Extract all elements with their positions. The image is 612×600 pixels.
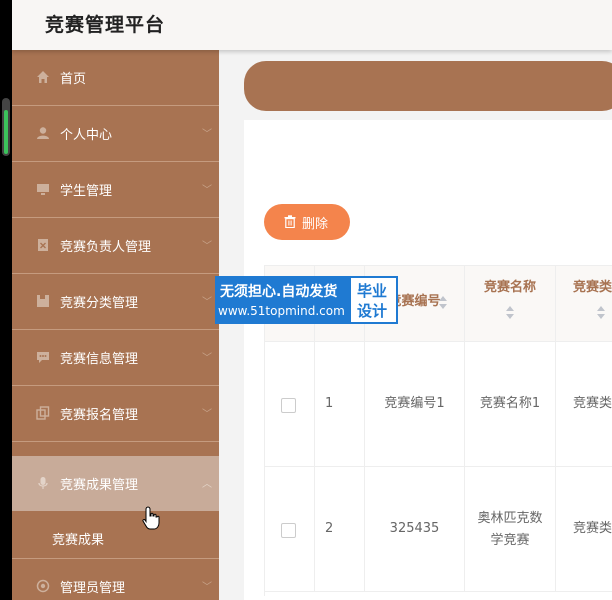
row-code: 竞赛编号1 [384,396,445,411]
microphone-icon [38,477,48,489]
header-name-cell[interactable]: 竞赛名称 [465,266,556,342]
sidebar-item-label: 竞赛成果管理 [60,478,139,493]
sidebar-item-label: 竞赛分类管理 [60,296,139,311]
header: 竞赛管理平台 [12,0,612,50]
copy-icon [36,406,50,420]
watermark-right: 毕业 设计 [349,276,398,324]
row-type: 竞赛类 [572,396,612,411]
sidebar-item-home[interactable]: 首页 [12,50,219,106]
column-header-name: 竞赛名称 [483,280,536,295]
sidebar-item-label: 学生管理 [60,184,113,199]
sidebar-item-competition-registration[interactable]: 竞赛报名管理 ﹀ [12,386,219,442]
delete-doc-icon [38,239,48,251]
sidebar-item-label: 首页 [60,72,87,87]
home-icon [37,71,49,83]
delete-button[interactable]: 删除 [264,204,350,240]
row-type: 竞赛类 [572,521,612,536]
trash-icon [284,215,296,228]
table-cell-type: 竞赛类 [556,342,612,467]
chevron-down-icon: ﹀ [202,353,212,364]
sidebar-item-competition-info[interactable]: 竞赛信息管理 ﹀ [12,330,219,386]
content-panel: 删除 竞赛编号 竞赛名称 竞赛类 1 竞赛编号1 竞赛名称1 竞赛类 2 325… [244,120,612,600]
breadcrumb-bar [244,61,612,111]
sort-asc-icon[interactable] [506,306,514,311]
table-row-select [265,342,315,467]
row-checkbox[interactable] [281,523,296,538]
sidebar-item-students[interactable]: 学生管理 ﹀ [12,162,219,218]
sidebar-item-competition-categories[interactable]: 竞赛分类管理 ﹀ [12,274,219,330]
column-header-type: 竞赛类 [572,280,612,295]
chevron-down-icon: ﹀ [202,297,212,308]
folder-icon [37,295,49,307]
settings-icon [36,579,50,593]
chevron-down-icon: ﹀ [202,185,212,196]
sidebar-item-label: 竞赛报名管理 [60,408,139,423]
table-cell-code: 竞赛编号1 [365,342,465,467]
table-cell-index: 1 [315,342,365,467]
sidebar-item-label: 个人中心 [60,128,113,143]
table-cell-name: 竞赛名称1 [465,342,556,467]
sidebar-item-profile[interactable]: 个人中心 ﹀ [12,106,219,162]
sort-desc-icon[interactable] [597,314,605,319]
header-type-cell[interactable]: 竞赛类 [556,266,612,342]
hand-cursor-icon [142,506,160,530]
scroll-indicator [2,98,10,156]
delete-button-label: 删除 [302,217,329,232]
table-cell-name: 奥林匹克数 学竞赛 [465,467,556,592]
app-window: 竞赛管理平台 首页 个人中心 ﹀ 学生管理 ﹀ 竞赛负责人管理 ﹀ 竞赛分类管理 [12,0,612,600]
table-row-select [265,467,315,592]
sort-desc-icon[interactable] [439,304,447,309]
sidebar-item-label: 竞赛信息管理 [60,352,139,367]
main-content: 删除 竞赛编号 竞赛名称 竞赛类 1 竞赛编号1 竞赛名称1 竞赛类 2 325… [219,50,612,600]
app-title: 竞赛管理平台 [45,14,166,36]
watermark-tag1: 毕业 [357,282,388,300]
watermark-left: 无须担心.自动发货 www.51topmind.com [215,276,349,324]
user-icon [37,127,49,139]
sidebar-item-competition-leaders[interactable]: 竞赛负责人管理 ﹀ [12,218,219,274]
row-name-line1: 奥林匹克数 [477,511,543,526]
table-cell-index: 2 [315,467,365,592]
submenu-item-competition-results[interactable]: 竞赛成果 [12,515,219,559]
chevron-down-icon: ﹀ [202,129,212,140]
monitor-icon [37,184,49,195]
watermark-badge: 无须担心.自动发货 www.51topmind.com 毕业 设计 [215,276,398,324]
table-cell-type: 竞赛类 [556,467,612,592]
watermark-line1: 无须担心.自动发货 [220,284,338,300]
sidebar-item-label: 竞赛负责人管理 [60,240,152,255]
chevron-down-icon: ﹀ [202,582,212,593]
sidebar-item-competition-results[interactable]: 竞赛成果管理 ︿ [12,456,219,511]
watermark-line2: www.51topmind.com [218,304,345,318]
sort-desc-icon[interactable] [506,314,514,319]
chat-icon [37,352,49,363]
row-name-line2: 学竞赛 [490,533,530,548]
scroll-indicator-bar [4,110,8,154]
submenu-item-label: 竞赛成果 [52,533,105,548]
table-cell-code: 325435 [365,467,465,592]
sidebar: 首页 个人中心 ﹀ 学生管理 ﹀ 竞赛负责人管理 ﹀ 竞赛分类管理 ﹀ 竞赛信息… [12,50,219,600]
sidebar-item-admins[interactable]: 管理员管理 ﹀ [12,558,219,600]
chevron-down-icon: ﹀ [202,241,212,252]
row-checkbox[interactable] [281,398,296,413]
row-code: 325435 [389,521,440,536]
sort-asc-icon[interactable] [597,306,605,311]
chevron-down-icon: ﹀ [202,409,212,420]
sort-asc-icon[interactable] [439,296,447,301]
chevron-up-icon: ︿ [202,479,212,490]
sidebar-item-label: 管理员管理 [60,581,126,596]
row-name: 竞赛名称1 [479,396,541,411]
watermark-tag2: 设计 [357,302,388,320]
